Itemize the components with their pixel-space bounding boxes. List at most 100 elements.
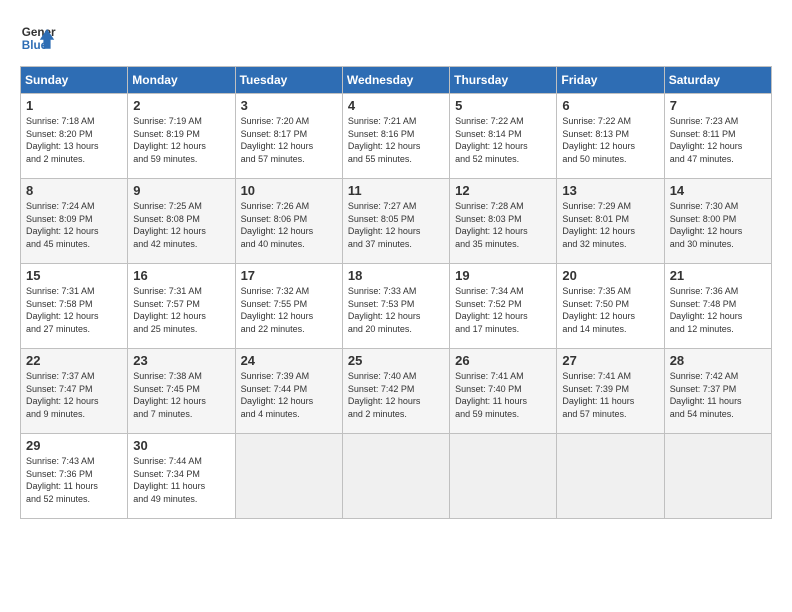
- calendar-week-row: 15 Sunrise: 7:31 AM Sunset: 7:58 PM Dayli…: [21, 264, 772, 349]
- calendar-day-cell: 16 Sunrise: 7:31 AM Sunset: 7:57 PM Dayli…: [128, 264, 235, 349]
- day-info: Sunrise: 7:27 AM Sunset: 8:05 PM Dayligh…: [348, 200, 444, 250]
- day-info: Sunrise: 7:20 AM Sunset: 8:17 PM Dayligh…: [241, 115, 337, 165]
- calendar-day-cell: 1 Sunrise: 7:18 AM Sunset: 8:20 PM Daylig…: [21, 94, 128, 179]
- calendar-day-cell: 18 Sunrise: 7:33 AM Sunset: 7:53 PM Dayli…: [342, 264, 449, 349]
- calendar-day-header: Tuesday: [235, 67, 342, 94]
- calendar-day-cell: 17 Sunrise: 7:32 AM Sunset: 7:55 PM Dayli…: [235, 264, 342, 349]
- calendar-day-cell: 9Sunrise: 7:25 AM Sunset: 8:08 PM Daylig…: [128, 179, 235, 264]
- calendar-day-cell: 3 Sunrise: 7:20 AM Sunset: 8:17 PM Daylig…: [235, 94, 342, 179]
- calendar-day-cell: 20 Sunrise: 7:35 AM Sunset: 7:50 PM Dayli…: [557, 264, 664, 349]
- page-header: General Blue: [20, 20, 772, 56]
- calendar-day-cell: 14 Sunrise: 7:30 AM Sunset: 8:00 PM Dayli…: [664, 179, 771, 264]
- calendar-day-cell: 21Sunrise: 7:36 AM Sunset: 7:48 PM Dayli…: [664, 264, 771, 349]
- day-info: Sunrise: 7:30 AM Sunset: 8:00 PM Dayligh…: [670, 200, 766, 250]
- day-info: Sunrise: 7:44 AM Sunset: 7:34 PM Dayligh…: [133, 455, 229, 505]
- day-info: Sunrise: 7:39 AM Sunset: 7:44 PM Dayligh…: [241, 370, 337, 420]
- day-number: 9: [133, 183, 229, 198]
- day-number: 7: [670, 98, 766, 113]
- calendar-day-cell: 30 Sunrise: 7:44 AM Sunset: 7:34 PM Dayli…: [128, 434, 235, 519]
- day-info: Sunrise: 7:43 AM Sunset: 7:36 PM Dayligh…: [26, 455, 122, 505]
- day-info: Sunrise: 7:22 AM Sunset: 8:13 PM Dayligh…: [562, 115, 658, 165]
- day-number: 14: [670, 183, 766, 198]
- calendar-day-cell: 27 Sunrise: 7:41 AM Sunset: 7:39 PM Dayli…: [557, 349, 664, 434]
- day-number: 25: [348, 353, 444, 368]
- day-info: Sunrise: 7:34 AM Sunset: 7:52 PM Dayligh…: [455, 285, 551, 335]
- day-info: Sunrise: 7:19 AM Sunset: 8:19 PM Dayligh…: [133, 115, 229, 165]
- calendar-day-cell: [342, 434, 449, 519]
- day-info: Sunrise: 7:21 AM Sunset: 8:16 PM Dayligh…: [348, 115, 444, 165]
- logo-icon: General Blue: [20, 20, 56, 56]
- day-number: 26: [455, 353, 551, 368]
- calendar-day-cell: 2 Sunrise: 7:19 AM Sunset: 8:19 PM Daylig…: [128, 94, 235, 179]
- calendar-day-cell: 4 Sunrise: 7:21 AM Sunset: 8:16 PM Daylig…: [342, 94, 449, 179]
- calendar-day-cell: 5Sunrise: 7:22 AM Sunset: 8:14 PM Daylig…: [450, 94, 557, 179]
- calendar-day-header: Friday: [557, 67, 664, 94]
- day-number: 3: [241, 98, 337, 113]
- calendar-day-header: Sunday: [21, 67, 128, 94]
- day-info: Sunrise: 7:18 AM Sunset: 8:20 PM Dayligh…: [26, 115, 122, 165]
- day-number: 27: [562, 353, 658, 368]
- day-info: Sunrise: 7:41 AM Sunset: 7:39 PM Dayligh…: [562, 370, 658, 420]
- calendar-day-header: Monday: [128, 67, 235, 94]
- day-info: Sunrise: 7:23 AM Sunset: 8:11 PM Dayligh…: [670, 115, 766, 165]
- calendar-week-row: 1 Sunrise: 7:18 AM Sunset: 8:20 PM Daylig…: [21, 94, 772, 179]
- day-number: 18: [348, 268, 444, 283]
- calendar-day-cell: 24 Sunrise: 7:39 AM Sunset: 7:44 PM Dayli…: [235, 349, 342, 434]
- calendar-day-cell: 29 Sunrise: 7:43 AM Sunset: 7:36 PM Dayli…: [21, 434, 128, 519]
- calendar-day-cell: 8Sunrise: 7:24 AM Sunset: 8:09 PM Daylig…: [21, 179, 128, 264]
- calendar-day-cell: 25 Sunrise: 7:40 AM Sunset: 7:42 PM Dayli…: [342, 349, 449, 434]
- day-number: 8: [26, 183, 122, 198]
- day-info: Sunrise: 7:28 AM Sunset: 8:03 PM Dayligh…: [455, 200, 551, 250]
- calendar-day-cell: 15 Sunrise: 7:31 AM Sunset: 7:58 PM Dayli…: [21, 264, 128, 349]
- calendar-week-row: 29 Sunrise: 7:43 AM Sunset: 7:36 PM Dayli…: [21, 434, 772, 519]
- day-number: 20: [562, 268, 658, 283]
- day-number: 16: [133, 268, 229, 283]
- day-info: Sunrise: 7:37 AM Sunset: 7:47 PM Dayligh…: [26, 370, 122, 420]
- day-number: 29: [26, 438, 122, 453]
- day-info: Sunrise: 7:38 AM Sunset: 7:45 PM Dayligh…: [133, 370, 229, 420]
- calendar-day-cell: 19Sunrise: 7:34 AM Sunset: 7:52 PM Dayli…: [450, 264, 557, 349]
- calendar-day-cell: 26 Sunrise: 7:41 AM Sunset: 7:40 PM Dayli…: [450, 349, 557, 434]
- day-info: Sunrise: 7:35 AM Sunset: 7:50 PM Dayligh…: [562, 285, 658, 335]
- day-info: Sunrise: 7:33 AM Sunset: 7:53 PM Dayligh…: [348, 285, 444, 335]
- day-number: 15: [26, 268, 122, 283]
- day-info: Sunrise: 7:31 AM Sunset: 7:57 PM Dayligh…: [133, 285, 229, 335]
- day-number: 5: [455, 98, 551, 113]
- day-number: 28: [670, 353, 766, 368]
- calendar-day-cell: 7 Sunrise: 7:23 AM Sunset: 8:11 PM Daylig…: [664, 94, 771, 179]
- day-number: 12: [455, 183, 551, 198]
- calendar-day-cell: 22Sunrise: 7:37 AM Sunset: 7:47 PM Dayli…: [21, 349, 128, 434]
- day-info: Sunrise: 7:41 AM Sunset: 7:40 PM Dayligh…: [455, 370, 551, 420]
- day-info: Sunrise: 7:26 AM Sunset: 8:06 PM Dayligh…: [241, 200, 337, 250]
- day-info: Sunrise: 7:29 AM Sunset: 8:01 PM Dayligh…: [562, 200, 658, 250]
- calendar-day-cell: 13 Sunrise: 7:29 AM Sunset: 8:01 PM Dayli…: [557, 179, 664, 264]
- day-info: Sunrise: 7:42 AM Sunset: 7:37 PM Dayligh…: [670, 370, 766, 420]
- day-number: 11: [348, 183, 444, 198]
- calendar-day-header: Saturday: [664, 67, 771, 94]
- day-number: 17: [241, 268, 337, 283]
- calendar-day-cell: [450, 434, 557, 519]
- calendar-header-row: SundayMondayTuesdayWednesdayThursdayFrid…: [21, 67, 772, 94]
- day-number: 21: [670, 268, 766, 283]
- day-info: Sunrise: 7:32 AM Sunset: 7:55 PM Dayligh…: [241, 285, 337, 335]
- day-number: 10: [241, 183, 337, 198]
- calendar-day-cell: 11 Sunrise: 7:27 AM Sunset: 8:05 PM Dayli…: [342, 179, 449, 264]
- calendar-day-header: Wednesday: [342, 67, 449, 94]
- calendar-day-cell: 28 Sunrise: 7:42 AM Sunset: 7:37 PM Dayli…: [664, 349, 771, 434]
- day-number: 24: [241, 353, 337, 368]
- day-info: Sunrise: 7:31 AM Sunset: 7:58 PM Dayligh…: [26, 285, 122, 335]
- day-number: 4: [348, 98, 444, 113]
- day-number: 6: [562, 98, 658, 113]
- day-info: Sunrise: 7:40 AM Sunset: 7:42 PM Dayligh…: [348, 370, 444, 420]
- day-number: 1: [26, 98, 122, 113]
- day-number: 2: [133, 98, 229, 113]
- calendar-day-cell: 12 Sunrise: 7:28 AM Sunset: 8:03 PM Dayli…: [450, 179, 557, 264]
- day-number: 13: [562, 183, 658, 198]
- calendar-day-cell: 6 Sunrise: 7:22 AM Sunset: 8:13 PM Daylig…: [557, 94, 664, 179]
- calendar-day-cell: [235, 434, 342, 519]
- day-number: 23: [133, 353, 229, 368]
- day-number: 30: [133, 438, 229, 453]
- logo: General Blue: [20, 20, 56, 56]
- calendar-day-header: Thursday: [450, 67, 557, 94]
- calendar-day-cell: [664, 434, 771, 519]
